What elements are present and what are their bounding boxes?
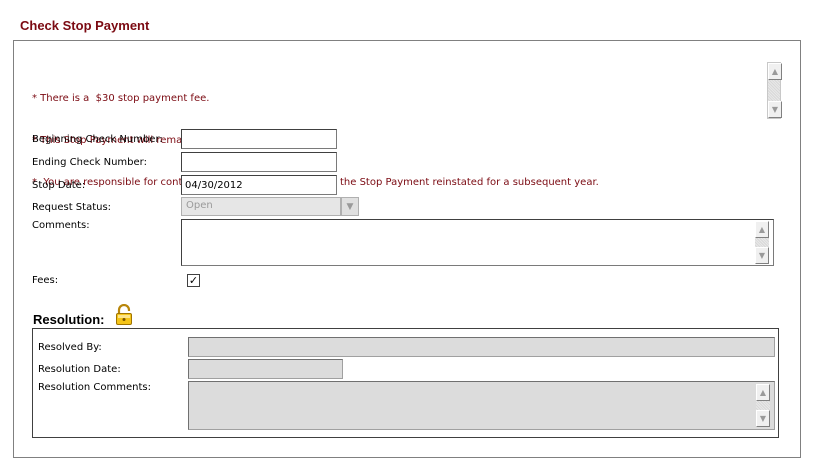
checkmark-icon: ✓ — [188, 274, 199, 287]
resolution-comments-scrollbar[interactable]: ▲ ▼ — [756, 384, 770, 427]
scroll-up-icon[interactable]: ▲ — [755, 221, 769, 238]
request-status-select: Open — [181, 197, 341, 216]
scrollbar-track[interactable] — [755, 238, 769, 247]
request-status-label: Request Status: — [32, 202, 112, 213]
scrollbar-track[interactable] — [768, 80, 780, 101]
comments-label: Comments: — [32, 220, 90, 231]
scroll-down-icon[interactable]: ▼ — [755, 247, 769, 264]
stop-date-input[interactable] — [181, 175, 337, 195]
comments-scrollbar[interactable]: ▲ ▼ — [755, 221, 769, 264]
beginning-check-label: Beginning Check Number: — [32, 134, 163, 145]
request-status-value: Open — [186, 200, 213, 211]
page-title: Check Stop Payment — [20, 18, 150, 33]
scroll-down-icon[interactable]: ▼ — [756, 410, 770, 427]
comments-textarea[interactable] — [181, 219, 774, 266]
notice-fee: * There is a $30 stop payment fee. — [32, 93, 210, 104]
resolved-by-label: Resolved By: — [38, 342, 102, 353]
scroll-up-icon[interactable]: ▲ — [756, 384, 770, 401]
notice-scrollbar[interactable]: ▲ ▼ — [767, 62, 782, 119]
beginning-check-input[interactable] — [181, 129, 337, 149]
scroll-up-icon[interactable]: ▲ — [768, 63, 782, 80]
ending-check-input[interactable] — [181, 152, 337, 172]
ending-check-label: Ending Check Number: — [32, 157, 147, 168]
scrollbar-track[interactable] — [756, 401, 770, 410]
fees-checkbox[interactable]: ✓ — [187, 274, 200, 287]
resolution-date-field — [188, 359, 343, 379]
resolution-date-label: Resolution Date: — [38, 364, 121, 375]
resolution-title: Resolution: — [33, 312, 105, 327]
resolution-comments-label: Resolution Comments: — [38, 382, 152, 393]
scroll-down-icon[interactable]: ▼ — [768, 101, 782, 118]
resolved-by-field — [188, 337, 775, 357]
chevron-down-icon: ▼ — [341, 197, 359, 216]
fees-label: Fees: — [32, 275, 59, 286]
resolution-comments-field — [188, 381, 775, 430]
stop-date-label: Stop Date: — [32, 180, 86, 191]
lock-icon — [115, 303, 133, 326]
